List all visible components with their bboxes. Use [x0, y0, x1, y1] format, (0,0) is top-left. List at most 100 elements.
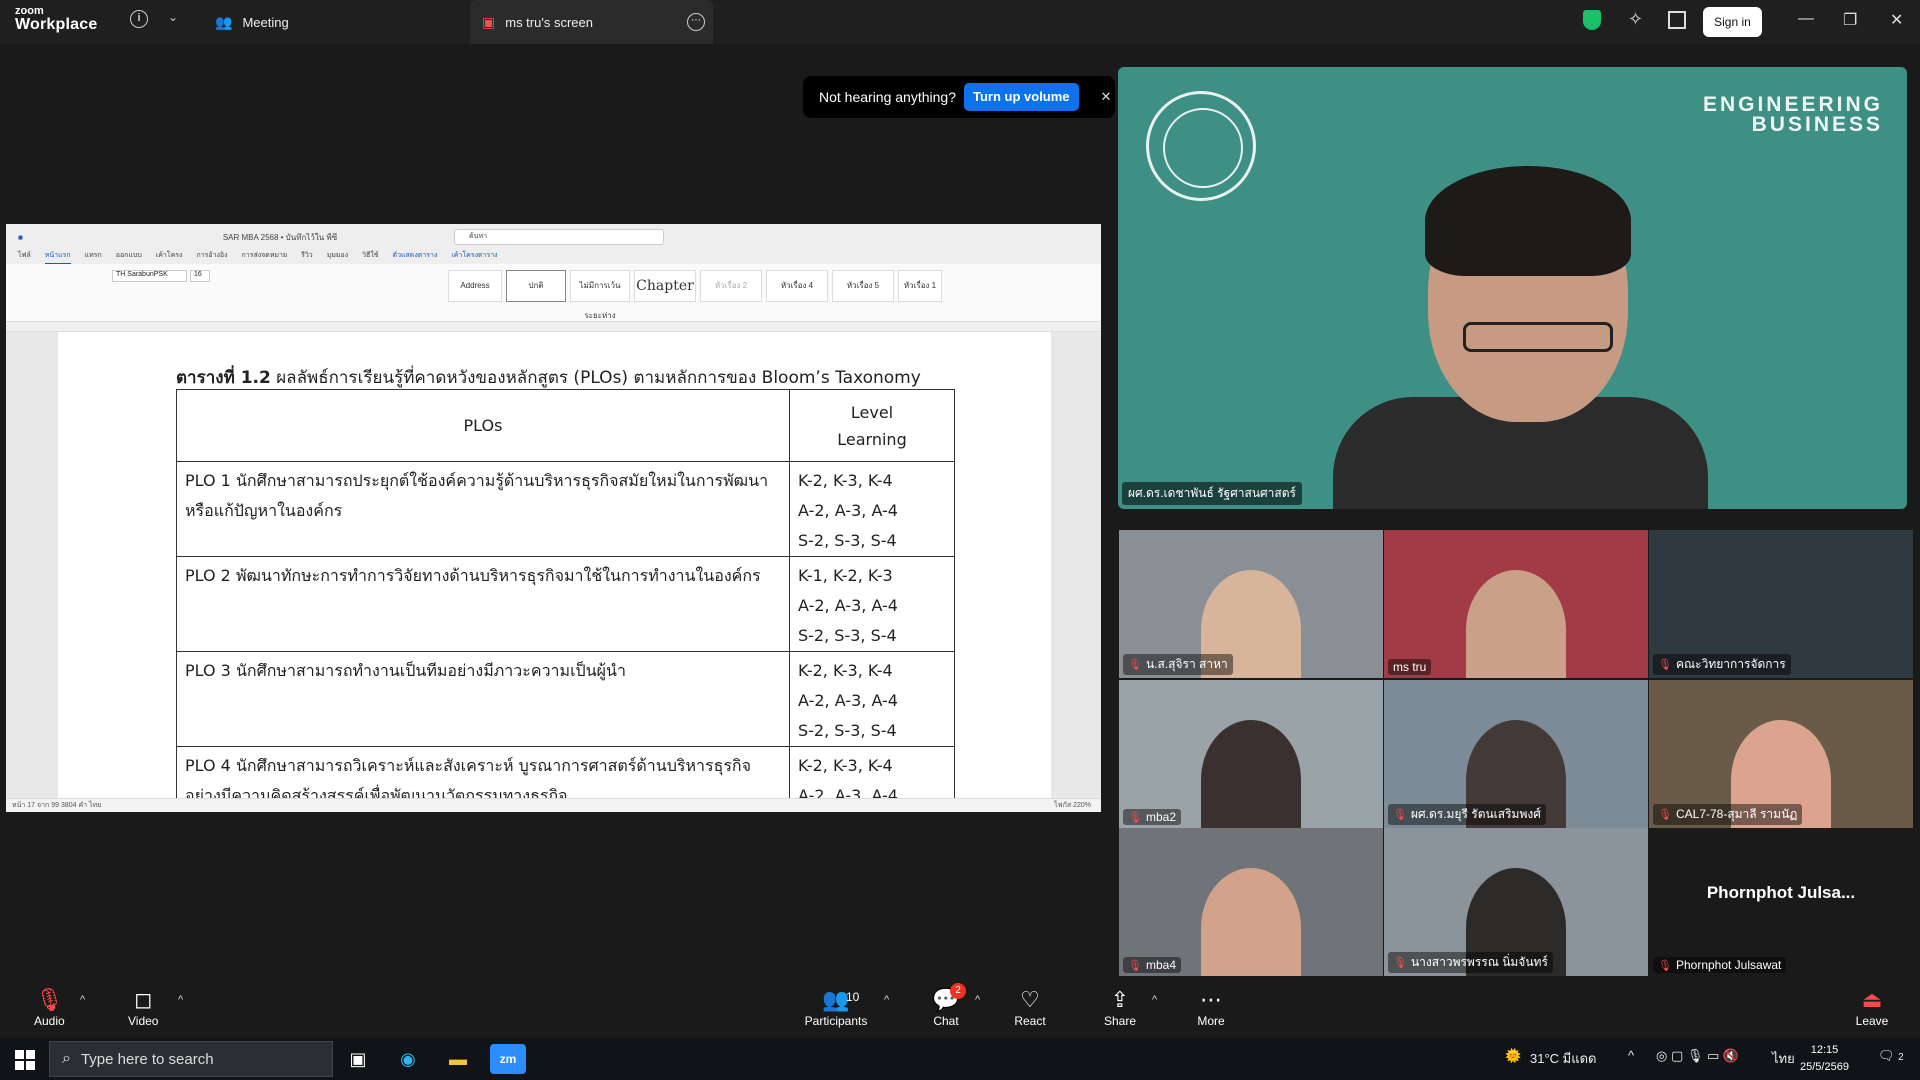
participants-caret[interactable]: ^ [884, 994, 889, 1006]
more-options-icon[interactable]: ⋯ [687, 13, 705, 31]
participant-tile[interactable]: ms tru [1384, 530, 1648, 678]
font-name-field[interactable]: TH SarabunPSK [112, 270, 187, 282]
table-caption: ตารางที่ 1.2 ผลลัพธ์การเรียนรู้ที่คาดหวั… [176, 364, 921, 391]
more-icon: ⋯ [1200, 987, 1222, 1012]
task-view-icon[interactable]: ▣ [340, 1044, 376, 1074]
mic-muted-icon: 🎙 [1128, 959, 1142, 972]
caption-text: ผลลัพธ์การเรียนรู้ที่คาดหวังของหลักสูตร … [270, 368, 921, 388]
menu-home[interactable]: หน้าแรก [44, 250, 71, 264]
zoom-taskbar-icon[interactable]: zm [490, 1044, 526, 1074]
menu-design[interactable]: ออกแบบ [116, 250, 142, 264]
audio-button[interactable]: 🎙 Audio [34, 986, 65, 1028]
menu-insert[interactable]: แทรก [85, 250, 102, 264]
style-address[interactable]: Address [448, 270, 502, 302]
file-explorer-icon[interactable]: ▬ [440, 1044, 476, 1074]
clock-date: 25/5/2569 [1800, 1061, 1849, 1073]
video-button[interactable]: ◻ Video [128, 986, 158, 1028]
document-area[interactable]: ตารางที่ 1.2 ผลลัพธ์การเรียนรู้ที่คาดหวั… [6, 332, 1101, 798]
close-notification-icon[interactable]: ✕ [1101, 89, 1112, 105]
notification-count: 2 [1898, 1052, 1904, 1063]
mic-muted-icon: 🎙 [1393, 957, 1407, 969]
menu-table-design[interactable]: ตัวแสดงตาราง [393, 250, 438, 264]
more-button[interactable]: ⋯ More [1194, 986, 1228, 1028]
minimize-icon[interactable]: — [1798, 10, 1814, 28]
menu-layout[interactable]: เค้าโครง [156, 250, 183, 264]
participant-tile[interactable]: 🎙 น.ส.สุจิรา สาหา [1119, 530, 1383, 678]
style-heading4[interactable]: หัวเรื่อง 4 [766, 270, 828, 302]
video-camera-icon: ◻ [134, 987, 153, 1012]
plo-cell: PLO 4 นักศึกษาสามารถวิเคราะห์และสังเคราะ… [176, 746, 790, 798]
ruler[interactable] [6, 322, 1101, 332]
mic-muted-icon: 🎙 [1658, 809, 1672, 821]
taskbar-search-input[interactable]: ⌕ Type here to search [49, 1041, 333, 1077]
menu-references[interactable]: การอ้างอิง [196, 250, 227, 264]
edge-icon[interactable]: ◉ [390, 1044, 426, 1074]
share-caret[interactable]: ^ [1152, 994, 1157, 1006]
chat-button[interactable]: 💬 2 Chat [930, 983, 966, 1028]
menu-mailings[interactable]: การส่งจดหมาย [242, 250, 288, 264]
menu-help[interactable]: วิธีใช้ [362, 250, 378, 264]
level-cell: K-2, K-3, K-4 A-2, A-3, A-4 S-2, S-3, S-4 [789, 651, 955, 747]
windows-start-icon[interactable] [15, 1050, 35, 1070]
participant-figure [1201, 868, 1301, 976]
table-row: PLO 3 นักศึกษาสามารถทำงานเป็นทีมอย่างมีภ… [176, 651, 955, 747]
leave-label: Leave [1855, 1014, 1889, 1028]
chat-caret[interactable]: ^ [975, 994, 980, 1006]
menu-review[interactable]: รีวิว [301, 250, 313, 264]
tab-shared-screen[interactable]: ▣ ms tru's screen ⋯ [470, 0, 713, 44]
leave-icon: ⏏ [1861, 987, 1883, 1012]
participants-button[interactable]: 👥 10 Participants [804, 986, 868, 1028]
weather-text[interactable]: 31°C มีแดด [1530, 1048, 1597, 1069]
word-status-bar: หน้า 17 จาก 99 3804 คำ ไทย โฟกัส 220% [6, 798, 1101, 812]
style-no-spacing[interactable]: ไม่มีการเว้นระยะห่าง [570, 270, 630, 320]
chat-label: Chat [933, 1014, 959, 1028]
zoom-logo: zoom Workplace [15, 6, 97, 33]
turn-up-volume-button[interactable]: Turn up volume [964, 83, 1079, 111]
participant-tile[interactable]: 🎙 นางสาวพรพรรณ นิ่มจันทร์ [1384, 828, 1648, 976]
tab-screen-label: ms tru's screen [505, 14, 593, 30]
style-normal[interactable]: ปกติ [506, 270, 566, 302]
menu-table-layout[interactable]: เค้าโครงตาราง [451, 250, 497, 264]
close-icon[interactable]: ✕ [1890, 10, 1903, 30]
ai-companion-icon[interactable]: ✧ [1628, 9, 1643, 30]
participant-tile[interactable]: 🎙 คณะวิทยาการจัดการ [1649, 530, 1913, 678]
audio-options-caret[interactable]: ^ [80, 994, 85, 1006]
panel-icon[interactable] [1668, 11, 1686, 29]
participant-name-tag: 🎙 ผศ.ดร.มยุรี รัตนเสริมพงศ์ [1388, 804, 1546, 825]
leave-button[interactable]: ⏏ Leave [1854, 986, 1890, 1028]
weather-icon[interactable]: 🌞 [1505, 1048, 1521, 1064]
language-indicator[interactable]: ไทย [1772, 1048, 1795, 1069]
sign-in-button[interactable]: Sign in [1703, 7, 1762, 37]
participant-tile[interactable]: 🎙 mba2 [1119, 680, 1383, 828]
participant-tile[interactable]: Phornphot Julsa... 🎙 Phornphot Julsawat [1649, 828, 1913, 976]
video-options-caret[interactable]: ^ [178, 994, 183, 1006]
participant-tile[interactable]: 🎙 ผศ.ดร.มยุรี รัตนเสริมพงศ์ [1384, 680, 1648, 828]
font-size-field[interactable]: 16 [190, 270, 210, 282]
chevron-down-icon[interactable]: ⌄ [168, 10, 178, 24]
menu-view[interactable]: มุมมอง [327, 250, 348, 264]
react-button[interactable]: ♡ React [1012, 986, 1048, 1028]
style-heading2[interactable]: หัวเรื่อง 2 [700, 270, 762, 302]
style-heading1[interactable]: หัวเรื่อง 1 [898, 270, 942, 302]
clock[interactable]: 12:15 25/5/2569 [1800, 1042, 1849, 1076]
tab-meeting[interactable]: 👥 Meeting [215, 0, 465, 44]
menu-file[interactable]: ไฟล์ [18, 250, 31, 264]
participant-tile[interactable]: 🎙 mba4 [1119, 828, 1383, 976]
shield-icon[interactable] [1583, 10, 1601, 30]
more-label: More [1197, 1014, 1225, 1028]
participant-tile[interactable]: 🎙 CAL7-78-สุมาลี รามนัฏ [1649, 680, 1913, 828]
style-chapter[interactable]: Chapter [634, 270, 696, 302]
style-heading5[interactable]: หัวเรื่อง 5 [832, 270, 894, 302]
active-speaker-video[interactable]: ENGINEERING BUSINESS ผศ.ดร.เดชาพันธ์ รัฐ… [1118, 67, 1907, 509]
document-page[interactable]: ตารางที่ 1.2 ผลลัพธ์การเรียนรู้ที่คาดหวั… [58, 332, 1051, 798]
participant-name: mba2 [1145, 810, 1176, 824]
tray-chevron-icon[interactable]: ^ [1628, 1048, 1634, 1063]
restore-icon[interactable]: ❐ [1843, 10, 1857, 30]
tray-icons[interactable]: ◎ ▢ 🎙 ▭ 🔇 [1656, 1048, 1739, 1064]
word-ribbon: TH SarabunPSK 16 Address ปกติ ไม่มีการเว… [6, 264, 1101, 322]
info-icon[interactable]: i [130, 10, 148, 28]
share-label: Share [1103, 1014, 1137, 1028]
word-search-input[interactable]: ค้นหา [454, 229, 664, 245]
notification-center-icon[interactable]: 🗨 2 [1878, 1048, 1904, 1064]
share-button[interactable]: ⇪ Share [1100, 986, 1140, 1028]
